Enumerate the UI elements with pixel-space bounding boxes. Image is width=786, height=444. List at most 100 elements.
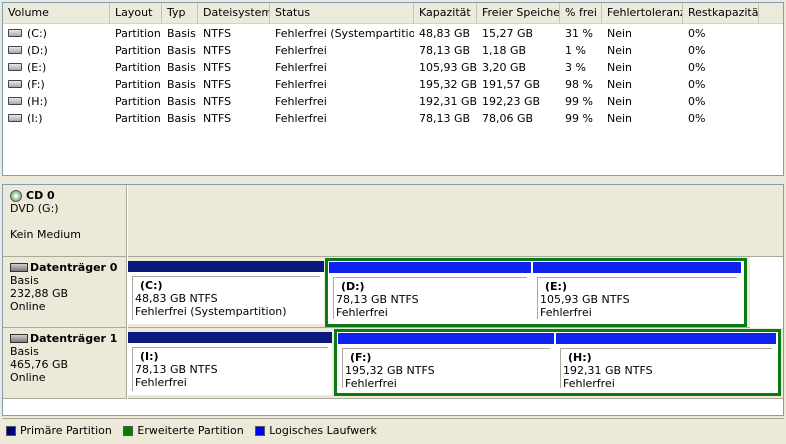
prozent-cell: 1 % bbox=[565, 44, 586, 57]
layout-cell: Partition bbox=[115, 112, 161, 125]
prozent-cell: 3 % bbox=[565, 61, 586, 74]
partition-size: 78,13 GB NTFS bbox=[135, 363, 218, 376]
status-cell: Fehlerfrei (Systempartition) bbox=[275, 27, 414, 40]
legend-logical: Logisches Laufwerk bbox=[255, 424, 377, 437]
prozent-cell: 99 % bbox=[565, 95, 593, 108]
fs-cell: NTFS bbox=[203, 78, 232, 91]
partition-status: Fehlerfrei bbox=[336, 306, 388, 319]
disk-name: CD 0 bbox=[26, 189, 55, 202]
typ-cell: Basis bbox=[167, 78, 196, 91]
disk-row-0: Datenträger 0 Basis 232,88 GB Online (C:… bbox=[3, 257, 783, 328]
primary-bar bbox=[128, 261, 324, 272]
column-header: Volume Layout Typ Dateisystem Status Kap… bbox=[3, 3, 783, 24]
table-row[interactable]: (D:) Partition Basis NTFS Fehlerfrei 78,… bbox=[3, 42, 783, 59]
partition-label: (C:) bbox=[140, 279, 163, 292]
volume-name: (E:) bbox=[27, 61, 47, 74]
fs-cell: NTFS bbox=[203, 27, 232, 40]
extended-partition[interactable]: (D:) 78,13 GB NTFS Fehlerfrei (E:) 105,9… bbox=[325, 258, 747, 327]
typ-cell: Basis bbox=[167, 61, 196, 74]
disk-state: Online bbox=[10, 371, 46, 384]
kapazitaet-cell: 192,31 GB bbox=[419, 95, 477, 108]
partition-info: (F:) 195,32 GB NTFS Fehlerfrei bbox=[342, 348, 550, 390]
hard-disk-icon bbox=[10, 334, 28, 343]
extended-partition[interactable]: (F:) 195,32 GB NTFS Fehlerfrei (H:) 192,… bbox=[334, 329, 781, 396]
fehlertoleranz-cell: Nein bbox=[607, 95, 633, 108]
partition-size: 48,83 GB NTFS bbox=[135, 292, 218, 305]
partition-info: (D:) 78,13 GB NTFS Fehlerfrei bbox=[333, 277, 527, 319]
rest-cell: 0% bbox=[688, 27, 706, 40]
legend-primary: Primäre Partition bbox=[6, 424, 112, 437]
partition-c[interactable]: (C:) 48,83 GB NTFS Fehlerfrei (Systempar… bbox=[128, 261, 324, 324]
prozent-cell: 31 % bbox=[565, 27, 593, 40]
table-row[interactable]: (H:) Partition Basis NTFS Fehlerfrei 192… bbox=[3, 93, 783, 110]
column-status[interactable]: Status bbox=[270, 3, 414, 23]
typ-cell: Basis bbox=[167, 27, 196, 40]
partition-e[interactable]: (E:) 105,93 GB NTFS Fehlerfrei bbox=[533, 262, 741, 323]
column-dateisystem[interactable]: Dateisystem bbox=[198, 3, 270, 23]
disk-name: Datenträger 1 bbox=[30, 332, 118, 345]
volume-name: (C:) bbox=[27, 27, 47, 40]
partition-label: (D:) bbox=[341, 280, 365, 293]
partition-h[interactable]: (H:) 192,31 GB NTFS Fehlerfrei bbox=[556, 333, 776, 392]
column-volume[interactable]: Volume bbox=[3, 3, 110, 23]
table-row[interactable]: (C:) Partition Basis NTFS Fehlerfrei (Sy… bbox=[3, 25, 783, 42]
table-row[interactable]: (I:) Partition Basis NTFS Fehlerfrei 78,… bbox=[3, 110, 783, 127]
legend-swatch bbox=[6, 425, 16, 436]
legend-extended: Erweiterte Partition bbox=[123, 424, 244, 437]
volume-cell: (H:) bbox=[3, 93, 110, 110]
table-row[interactable]: (F:) Partition Basis NTFS Fehlerfrei 195… bbox=[3, 76, 783, 93]
volume-name: (F:) bbox=[27, 78, 45, 91]
logical-bar bbox=[338, 333, 554, 344]
fehlertoleranz-cell: Nein bbox=[607, 27, 633, 40]
partition-info: (I:) 78,13 GB NTFS Fehlerfrei bbox=[132, 347, 328, 391]
frei-cell: 1,18 GB bbox=[482, 44, 527, 57]
column-freier-speicher[interactable]: Freier Speicher bbox=[477, 3, 560, 23]
partition-size: 192,31 GB NTFS bbox=[563, 364, 653, 377]
prozent-cell: 99 % bbox=[565, 112, 593, 125]
partition-info: (C:) 48,83 GB NTFS Fehlerfrei (Systempar… bbox=[132, 276, 320, 320]
partition-label: (I:) bbox=[140, 350, 159, 363]
fehlertoleranz-cell: Nein bbox=[607, 112, 633, 125]
cd0-body bbox=[128, 185, 783, 257]
frei-cell: 3,20 GB bbox=[482, 61, 527, 74]
disk-state: Online bbox=[10, 300, 46, 313]
kapazitaet-cell: 105,93 GB bbox=[419, 61, 477, 74]
disk-graphic-view[interactable]: CD 0 DVD (G:) Kein Medium Datenträger 0 … bbox=[2, 184, 784, 416]
volume-cell: (I:) bbox=[3, 110, 110, 127]
rest-cell: 0% bbox=[688, 95, 706, 108]
typ-cell: Basis bbox=[167, 112, 196, 125]
disk-label-cd0[interactable]: CD 0 DVD (G:) Kein Medium bbox=[3, 185, 127, 257]
fs-cell: NTFS bbox=[203, 44, 232, 57]
volume-cell: (F:) bbox=[3, 76, 110, 93]
disk1-body: (I:) 78,13 GB NTFS Fehlerfrei (F:) 195,3… bbox=[128, 328, 783, 399]
column-typ[interactable]: Typ bbox=[162, 3, 198, 23]
fs-cell: NTFS bbox=[203, 95, 232, 108]
logical-bar bbox=[329, 262, 531, 273]
column-restkapazitaet[interactable]: Restkapazität bbox=[683, 3, 759, 23]
primary-bar bbox=[128, 332, 332, 343]
rest-cell: 0% bbox=[688, 44, 706, 57]
disk-type: Basis bbox=[10, 274, 39, 287]
column-prozent-frei[interactable]: % frei bbox=[560, 3, 602, 23]
partition-status: Fehlerfrei bbox=[135, 376, 187, 389]
legend-swatch bbox=[123, 425, 134, 436]
drive-icon bbox=[8, 63, 22, 71]
column-fehlertoleranz[interactable]: Fehlertoleranz bbox=[602, 3, 683, 23]
partition-f[interactable]: (F:) 195,32 GB NTFS Fehlerfrei bbox=[338, 333, 554, 392]
partition-d[interactable]: (D:) 78,13 GB NTFS Fehlerfrei bbox=[329, 262, 531, 323]
disk-label-0[interactable]: Datenträger 0 Basis 232,88 GB Online bbox=[3, 257, 127, 328]
fehlertoleranz-cell: Nein bbox=[607, 78, 633, 91]
fehlertoleranz-cell: Nein bbox=[607, 44, 633, 57]
disk-label-1[interactable]: Datenträger 1 Basis 465,76 GB Online bbox=[3, 328, 127, 399]
partition-i[interactable]: (I:) 78,13 GB NTFS Fehlerfrei bbox=[128, 332, 332, 395]
kapazitaet-cell: 195,32 GB bbox=[419, 78, 477, 91]
typ-cell: Basis bbox=[167, 44, 196, 57]
table-row[interactable]: (E:) Partition Basis NTFS Fehlerfrei 105… bbox=[3, 59, 783, 76]
column-layout[interactable]: Layout bbox=[110, 3, 162, 23]
drive-icon bbox=[8, 114, 22, 122]
column-kapazitaet[interactable]: Kapazität bbox=[414, 3, 477, 23]
volume-cell: (D:) bbox=[3, 42, 110, 59]
disk-row-cd0: CD 0 DVD (G:) Kein Medium bbox=[3, 185, 783, 257]
volume-list[interactable]: Volume Layout Typ Dateisystem Status Kap… bbox=[2, 2, 784, 176]
frei-cell: 15,27 GB bbox=[482, 27, 534, 40]
